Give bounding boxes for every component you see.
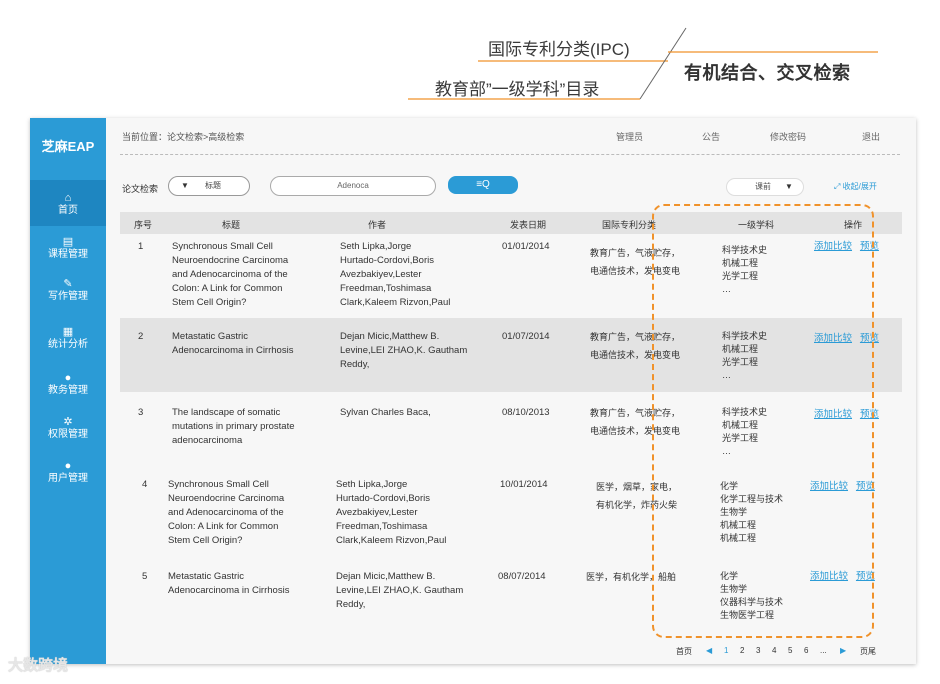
breadcrumb: 当前位置：论文检索>高级检索 <box>122 132 245 142</box>
gear-icon: ✲ <box>63 416 73 428</box>
user-icon: ● <box>64 372 72 384</box>
search-button[interactable]: ≡Q <box>448 176 518 194</box>
caret-down-icon: ▼ <box>181 181 189 190</box>
cell-author: Seth Lipka,Jorge Hurtado-Cordovi,Boris Ave… <box>340 241 451 308</box>
cell-no: 2 <box>138 331 144 342</box>
th-no: 序号 <box>134 220 153 230</box>
th-author: 作者 <box>368 220 387 230</box>
search-field-value: 标题 <box>205 181 221 190</box>
cell-date: 08/07/2014 <box>498 571 546 582</box>
sidebar-item-label: 写作管理 <box>48 291 88 302</box>
pager-page[interactable]: 4 <box>772 646 776 655</box>
pager-first[interactable]: 首页 <box>676 646 692 657</box>
cell-title[interactable]: Metastatic Gastric Adenocarcinoma in Cirr… <box>172 330 293 358</box>
sidebar-item-course[interactable]: ▤ 课程管理 <box>30 236 106 261</box>
cell-date: 08/10/2013 <box>502 407 550 418</box>
cell-no: 5 <box>142 571 148 582</box>
course-select[interactable]: 课前 ▼ <box>726 178 804 196</box>
cell-date: 01/01/2014 <box>502 241 550 252</box>
sidebar-item-label: 权限管理 <box>48 429 88 440</box>
sidebar-item-home[interactable]: ⌂ 首页 <box>30 180 106 226</box>
annotation-right: 有机结合、交叉检索 <box>684 63 851 83</box>
collapse-expand-link[interactable]: ⤢ 收起/展开 <box>834 181 877 192</box>
cell-title[interactable]: Synchronous Small Cell Neuroendocrine Car… <box>168 478 284 548</box>
course-icon: ▤ <box>62 236 74 248</box>
pager-next-icon[interactable]: ▶ <box>840 646 846 655</box>
home-icon: ⌂ <box>64 192 72 204</box>
course-select-value: 课前 <box>755 182 771 191</box>
sidebar-item-label: 用户管理 <box>48 473 88 484</box>
sidebar-item-label: 首页 <box>58 205 78 216</box>
search-label: 论文检索 <box>122 184 159 194</box>
cell-author: Dejan Micic,Matthew B. Levine,LEI ZHAO,K.… <box>336 571 464 610</box>
pager-page[interactable]: 2 <box>740 646 744 655</box>
cell-no: 4 <box>142 479 148 490</box>
stats-icon: ▦ <box>62 326 74 338</box>
cell-no: 1 <box>138 241 144 252</box>
cell-date: 01/07/2014 <box>502 331 550 342</box>
pager-ellipsis: ... <box>820 646 827 655</box>
pager-page[interactable]: 3 <box>756 646 760 655</box>
search-field-select[interactable]: ▼ 标题 <box>168 176 250 196</box>
sidebar: 芝麻EAP ⌂ 首页 ▤ 课程管理 ✎ 写作管理 ▦ 统计分析 ● 教务管理 ✲… <box>30 118 106 664</box>
app-window: 芝麻EAP ⌂ 首页 ▤ 课程管理 ✎ 写作管理 ▦ 统计分析 ● 教务管理 ✲… <box>30 118 916 664</box>
search-icon: ≡Q <box>476 179 490 190</box>
cell-title[interactable]: Metastatic Gastric Adenocarcinoma in Cirr… <box>168 570 289 598</box>
pager-page[interactable]: 5 <box>788 646 792 655</box>
users-icon: ● <box>64 460 72 472</box>
link-notice[interactable]: 公告 <box>702 130 720 143</box>
sidebar-item-label: 教务管理 <box>48 385 88 396</box>
link-logout[interactable]: 退出 <box>862 130 880 143</box>
cell-no: 3 <box>138 407 144 418</box>
sidebar-item-academic[interactable]: ● 教务管理 <box>30 372 106 397</box>
cell-title[interactable]: The landscape of somatic mutations in pri… <box>172 406 295 448</box>
highlight-box <box>652 204 874 638</box>
sidebar-item-users[interactable]: ● 用户管理 <box>30 460 106 485</box>
sidebar-item-permission[interactable]: ✲ 权限管理 <box>30 416 106 441</box>
cell-date: 10/01/2014 <box>500 479 548 490</box>
sidebar-item-write[interactable]: ✎ 写作管理 <box>30 278 106 303</box>
sidebar-item-label: 统计分析 <box>48 339 88 350</box>
app-logo: 芝麻EAP <box>41 139 95 154</box>
th-ipc: 国际专利分类 <box>602 220 657 230</box>
cell-author: Sylvan Charles Baca, <box>340 407 431 418</box>
link-change-password[interactable]: 修改密码 <box>770 130 806 143</box>
sidebar-item-stats[interactable]: ▦ 统计分析 <box>30 326 106 351</box>
th-date: 发表日期 <box>510 220 547 230</box>
divider <box>120 154 900 155</box>
main-content: 当前位置：论文检索>高级检索 管理员 公告 修改密码 退出 论文检索 ▼ 标题 … <box>106 118 916 664</box>
pager-page[interactable]: 6 <box>804 646 808 655</box>
link-admin[interactable]: 管理员 <box>616 130 643 143</box>
cell-author: Dejan Micic,Matthew B. Levine,LEI ZHAO,K.… <box>340 331 468 370</box>
annotation-ipc: 国际专利分类(IPC) <box>488 40 630 59</box>
watermark-logo: 大数跨境 <box>8 657 69 674</box>
th-title: 标题 <box>222 220 241 230</box>
write-icon: ✎ <box>63 278 73 290</box>
annotation-edu: 教育部”一级学科”目录 <box>435 80 600 99</box>
caret-down-icon: ▼ <box>785 182 793 191</box>
sidebar-item-label: 课程管理 <box>48 249 88 260</box>
pager-prev-icon[interactable]: ◀ <box>706 646 712 655</box>
pager-last[interactable]: 页尾 <box>860 646 876 657</box>
cell-title[interactable]: Synchronous Small Cell Neuroendocrine Car… <box>172 240 288 310</box>
search-input[interactable]: Adenoca <box>270 176 436 196</box>
cell-author: Seth Lipka,Jorge Hurtado-Cordovi,Boris Ave… <box>336 479 447 546</box>
pager-page[interactable]: 1 <box>724 646 728 655</box>
